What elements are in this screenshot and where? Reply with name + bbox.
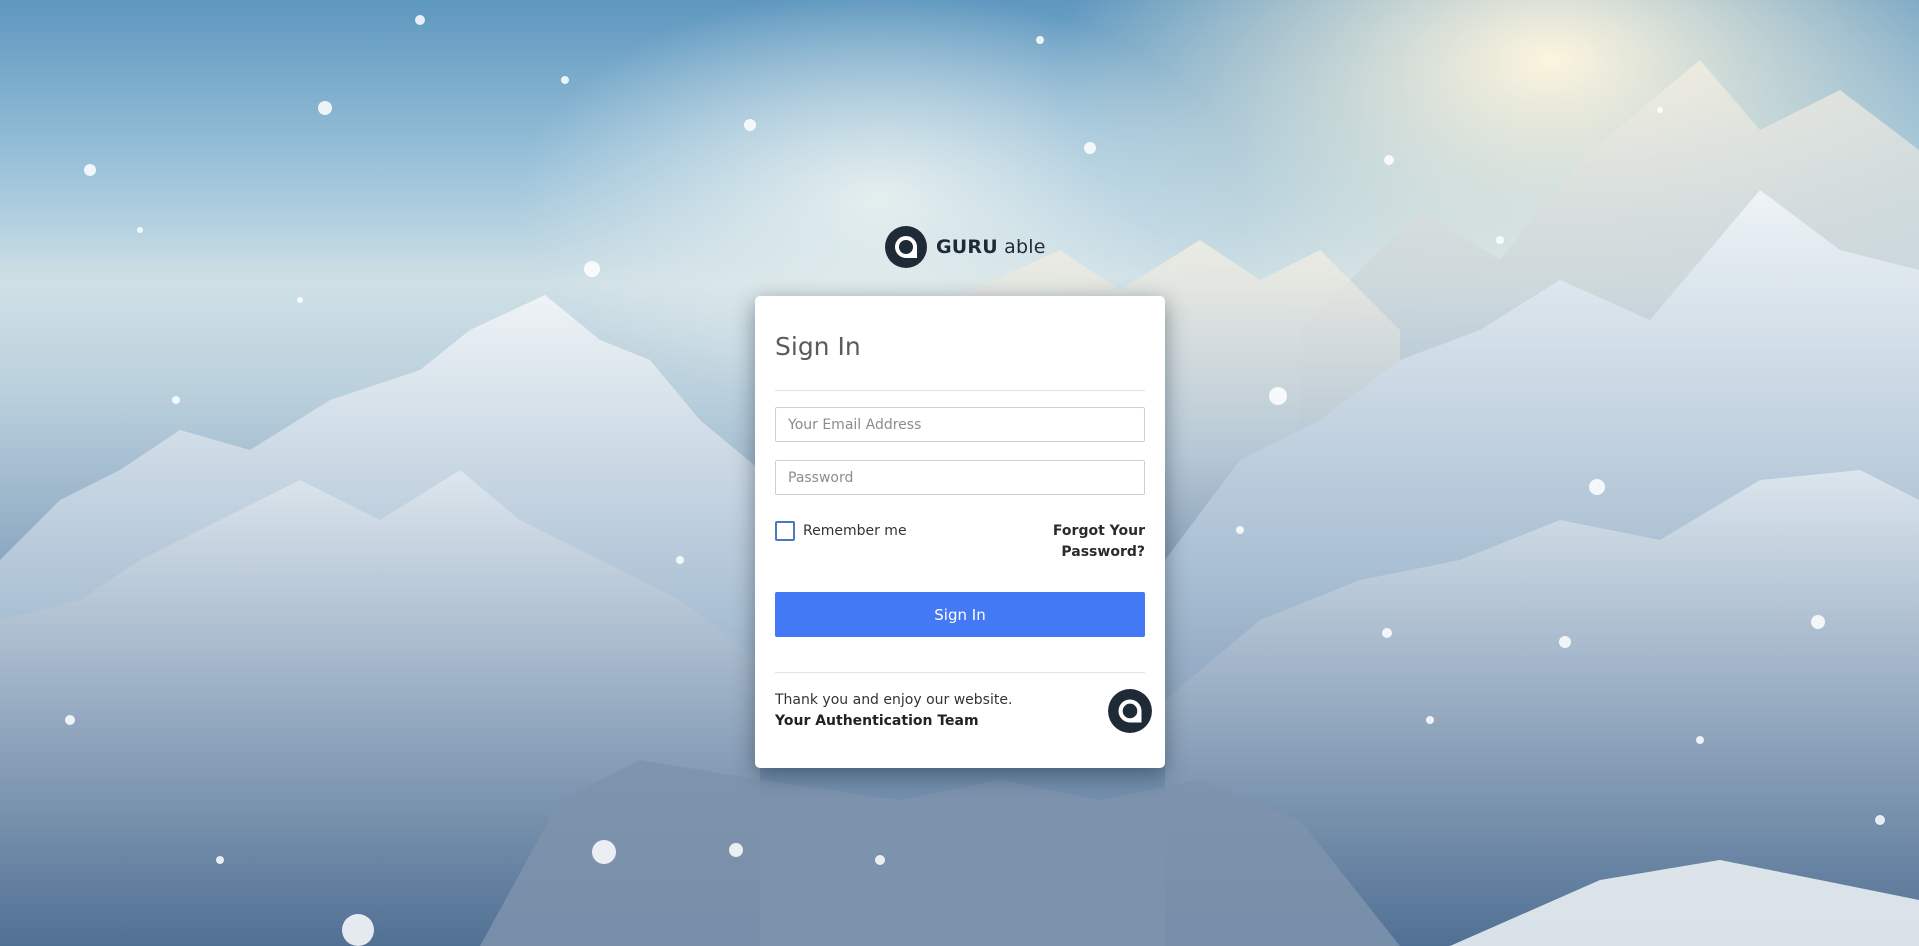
- sign-in-button[interactable]: Sign In: [775, 592, 1145, 637]
- guru-able-logo-icon: [885, 226, 927, 268]
- remember-me-label: Remember me: [803, 523, 907, 539]
- brand-name-bold: GURU: [936, 236, 998, 258]
- footer-signature: Your Authentication Team: [775, 713, 979, 729]
- footer-divider: [775, 672, 1145, 673]
- brand-name-light: able: [1004, 236, 1046, 258]
- password-field[interactable]: [775, 460, 1145, 495]
- brand-name: GURU able: [936, 236, 1046, 258]
- remember-me-checkbox[interactable]: Remember me: [775, 521, 907, 541]
- page-title: Sign In: [775, 332, 861, 361]
- email-field[interactable]: [775, 407, 1145, 442]
- footer-message: Thank you and enjoy our website.: [775, 692, 1013, 708]
- sign-in-card: Sign In Remember me Forgot Your Password…: [755, 296, 1165, 768]
- brand-logo: GURU able: [884, 224, 1046, 270]
- forgot-password-link[interactable]: Forgot Your Password?: [1045, 521, 1145, 563]
- footer-message-block: Thank you and enjoy our website. Your Au…: [775, 690, 1012, 732]
- guru-able-logo-icon: [1108, 689, 1152, 733]
- title-divider: [775, 390, 1145, 391]
- checkbox-box[interactable]: [775, 521, 795, 541]
